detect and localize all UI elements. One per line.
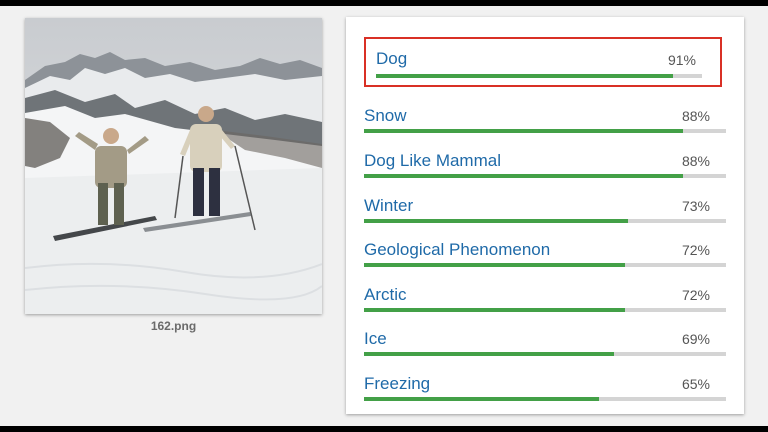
- label-score: 69%: [681, 331, 710, 347]
- analyzed-image: [25, 18, 322, 314]
- confidence-bar-track: [376, 74, 702, 78]
- label-name: Arctic: [364, 285, 407, 304]
- confidence-bar-track: [364, 174, 726, 178]
- label-name: Ice: [364, 329, 387, 348]
- label-name: Dog Like Mammal: [364, 151, 501, 170]
- confidence-bar-fill: [376, 74, 673, 78]
- label-score: 91%: [667, 52, 696, 68]
- confidence-bar-fill: [364, 397, 600, 401]
- image-filename: 162.png: [150, 319, 197, 333]
- label-score: 65%: [681, 376, 710, 392]
- confidence-bar-fill: [364, 129, 683, 133]
- confidence-bar-fill: [364, 174, 683, 178]
- label-row[interactable]: Arctic 72%: [364, 276, 726, 316]
- confidence-bar-fill: [364, 263, 625, 267]
- label-score: 72%: [681, 287, 710, 303]
- label-row[interactable]: Geological Phenomenon 72%: [364, 231, 726, 271]
- confidence-bar-fill: [364, 308, 625, 312]
- label-name: Winter: [364, 196, 414, 215]
- label-row[interactable]: Ice 69%: [364, 320, 726, 360]
- label-row[interactable]: Freezing 65%: [364, 365, 726, 405]
- confidence-bar-fill: [364, 219, 629, 223]
- confidence-bar-track: [364, 308, 726, 312]
- stage: 162.png Dog 91% Snow 88% Dog Like Mammal…: [0, 6, 768, 426]
- label-row-highlighted[interactable]: Dog 91%: [364, 37, 722, 87]
- confidence-bar-track: [364, 219, 726, 223]
- label-name: Snow: [364, 106, 407, 125]
- label-row[interactable]: Dog Like Mammal 88%: [364, 142, 726, 182]
- label-row[interactable]: Winter 73%: [364, 187, 726, 227]
- confidence-bar-track: [364, 397, 726, 401]
- snow-mountain-photo: [25, 18, 322, 314]
- label-row[interactable]: Snow 88%: [364, 97, 726, 137]
- label-score: 88%: [681, 108, 710, 124]
- label-score: 73%: [681, 198, 710, 214]
- confidence-bar-fill: [364, 352, 614, 356]
- label-name: Dog: [376, 49, 408, 68]
- confidence-bar-track: [364, 352, 726, 356]
- label-name: Geological Phenomenon: [364, 240, 551, 259]
- label-score: 88%: [681, 153, 710, 169]
- label-score: 72%: [681, 242, 710, 258]
- labels-panel: Dog 91% Snow 88% Dog Like Mammal 88% Win…: [346, 17, 744, 414]
- confidence-bar-track: [364, 263, 726, 267]
- label-name: Freezing: [364, 374, 431, 393]
- confidence-bar-track: [364, 129, 726, 133]
